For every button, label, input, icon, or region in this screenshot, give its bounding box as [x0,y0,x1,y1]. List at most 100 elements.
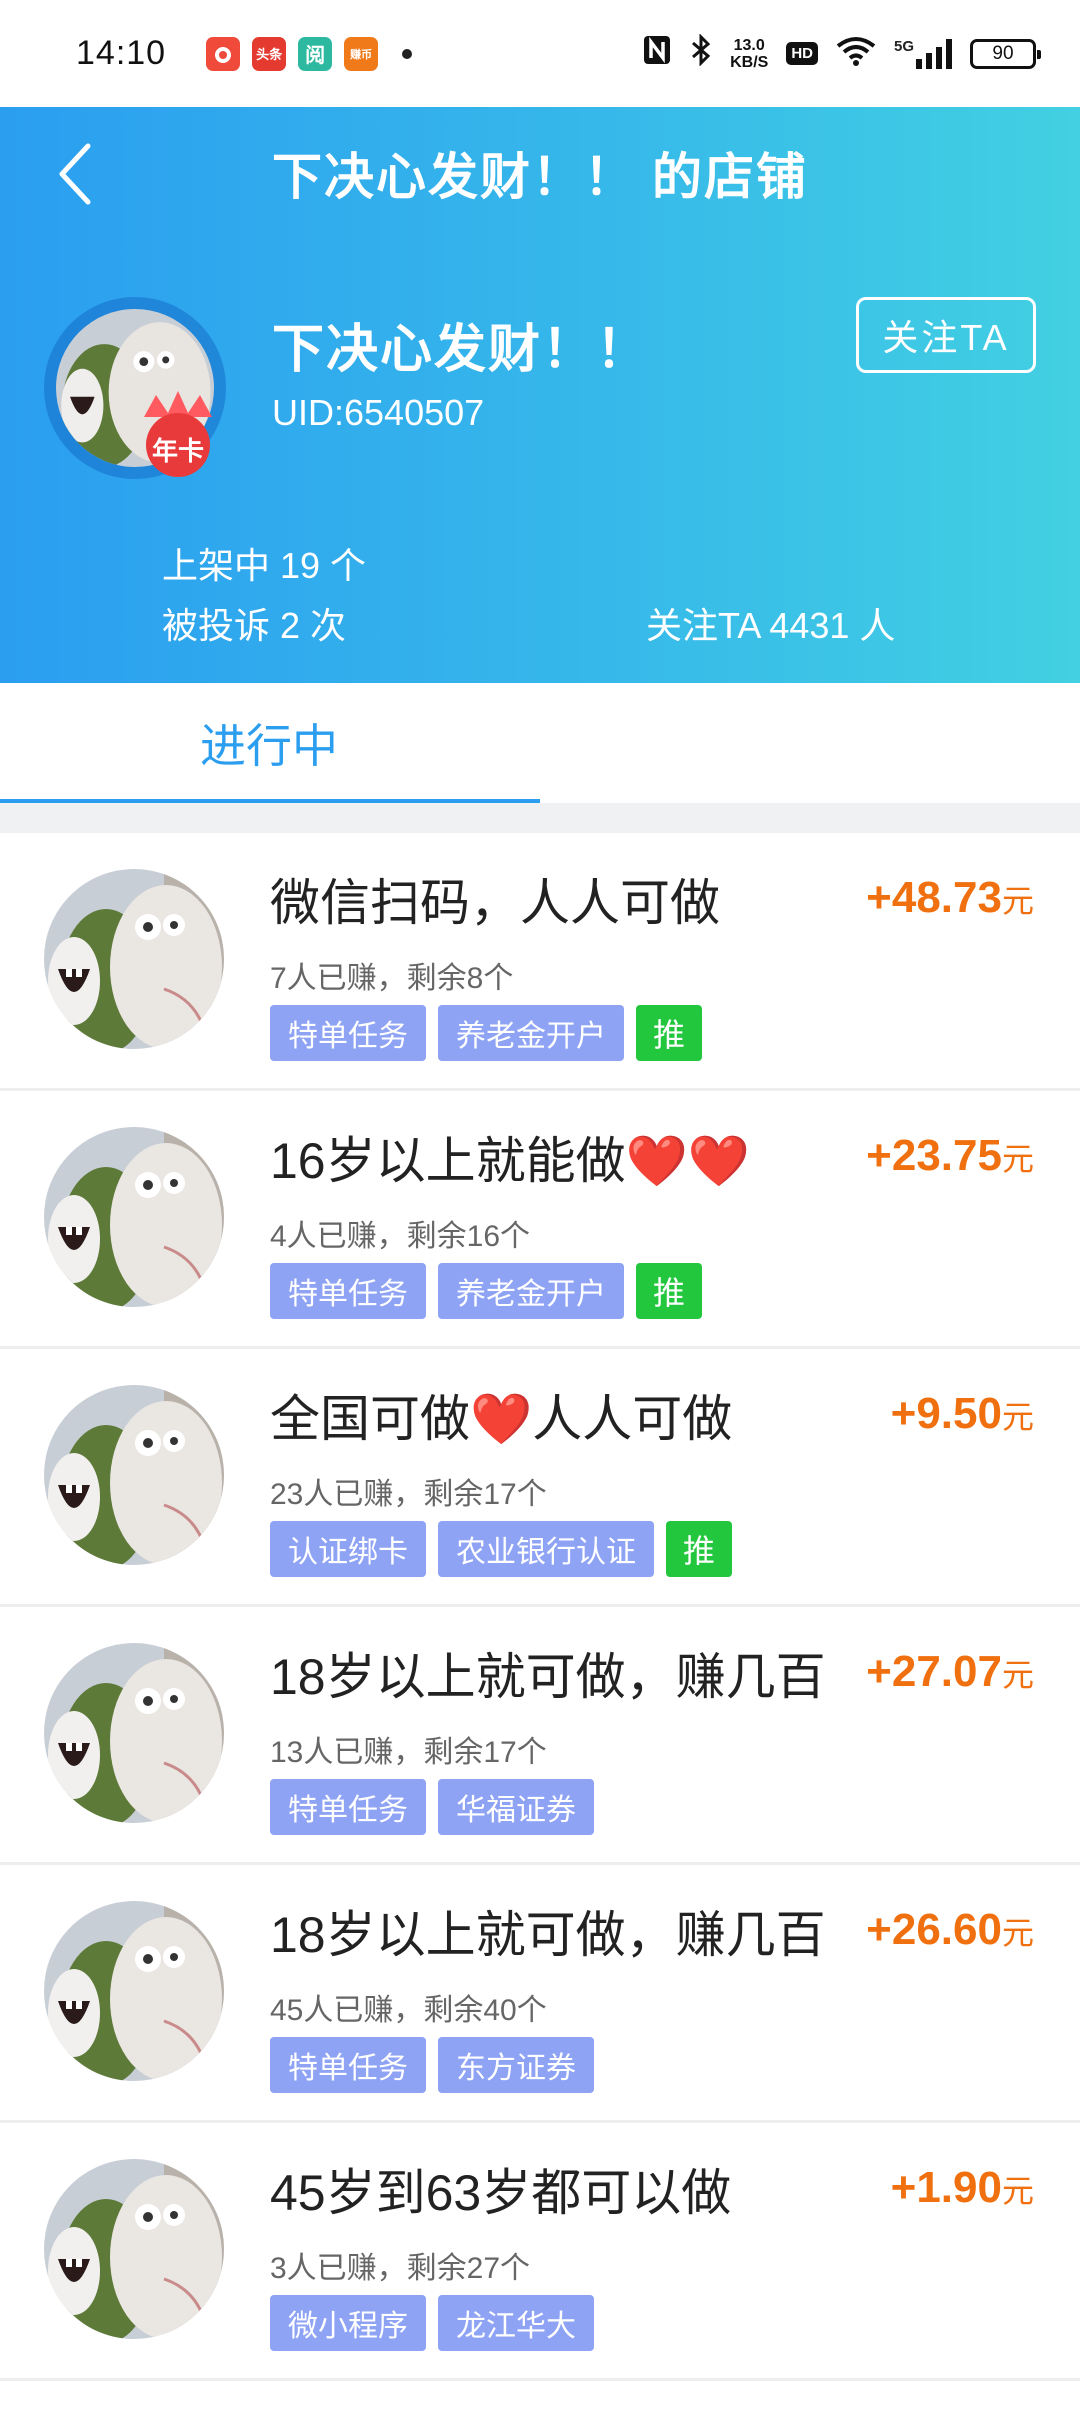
reward-unit: 元 [1001,883,1034,919]
task-tags: 特单任务 东方证券 [270,2037,594,2093]
reward-unit: 元 [1001,2173,1034,2209]
follow-button[interactable]: 关注TA [856,297,1036,373]
task-tag: 养老金开户 [438,1263,624,1319]
task-tag: 特单任务 [270,2037,426,2093]
annual-card-label: 年卡 [151,436,204,466]
task-item[interactable]: 45岁到63岁都可以做 +1.90元 3人已赚，剩余27个微小程序 龙江华大 [0,2123,1080,2381]
shop-name: 下决心发财！！ [272,321,651,379]
reward-unit: 元 [1001,1399,1034,1435]
task-progress: 3人已赚，剩余27个 [270,2252,531,2285]
reader-icon: 阅 [298,36,333,71]
app-icon-red [206,36,241,71]
task-reward: +23.75元 [866,1131,1034,1181]
annual-card-badge: 年卡 [136,387,220,479]
shop-uid: UID:6540507 [272,392,485,433]
wifi-icon [836,36,876,71]
status-bar: 14:10 头条 阅 赚币 13.0 KB/S HD 5G 90 [0,0,1080,107]
coin-app-icon: 赚币 [344,36,379,71]
nfc-icon [642,34,672,74]
task-tags: 微小程序 龙江华大 [270,2295,594,2351]
task-tag: 认证绑卡 [270,1521,426,1577]
task-progress: 45人已赚，剩余40个 [270,1994,547,2027]
task-title: 全国可做❤️人人可做 [270,1391,733,1447]
reward-amount: +27.07 [866,1647,1002,1696]
task-avatar [44,1127,224,1307]
battery-icon: 90 [970,38,1041,69]
task-tags: 特单任务 养老金开户推 [270,1005,702,1061]
task-title: 18岁以上就可做，赚几百 [270,1649,826,1705]
task-tag: 龙江华大 [438,2295,594,2351]
task-tags: 认证绑卡 农业银行认证推 [270,1521,732,1577]
hd-icon: HD [786,42,818,65]
task-item[interactable]: 全国可做❤️人人可做 +9.50元 23人已赚，剩余17个认证绑卡 农业银行认证推 [0,1349,1080,1607]
reward-unit: 元 [1001,1657,1034,1693]
task-progress: 13人已赚，剩余17个 [270,1736,547,1769]
task-tag: 特单任务 [270,1263,426,1319]
network-speed-value: 13.0 [733,36,765,54]
task-title: 16岁以上就能做❤️❤️ [270,1133,751,1189]
task-progress: 23人已赚，剩余17个 [270,1478,547,1511]
bluetooth-icon [690,32,712,74]
task-reward: +1.90元 [891,2163,1034,2213]
task-avatar [44,2159,224,2339]
complaint-count: 被投诉 2 次 [162,605,347,646]
task-list: 微信扫码，人人可做 +48.73元 7人已赚，剩余8个 特单任务 养老金开户推 16岁以… [0,833,1080,2381]
task-tag: 农业银行认证 [438,1521,654,1577]
recommend-badge: 推 [636,1263,702,1319]
signal-bars-icon [916,38,952,69]
listed-count: 上架中 19 个 [162,545,367,586]
shop-profile: 年卡 下决心发财！！ UID:6540507 关注TA [0,297,1080,497]
task-tabs: 进行中 [0,683,1080,803]
task-title: 45岁到63岁都可以做 [270,2165,732,2221]
task-progress: 4人已赚，剩余16个 [270,1220,531,1253]
reward-amount: +1.90 [890,2163,1002,2212]
recommend-badge: 推 [636,1005,702,1061]
reward-amount: +26.60 [866,1905,1002,1954]
task-reward: +9.50元 [891,1389,1034,1439]
toutiao-icon: 头条 [252,36,287,71]
nav-bar: 下决心发财！！ 的店铺 [0,107,1080,237]
reward-amount: +23.75 [866,1131,1002,1180]
task-tag: 华福证券 [438,1779,594,1835]
network-speed-unit: KB/S [730,53,769,71]
tab-in-progress[interactable]: 进行中 [0,683,540,803]
task-progress: 7人已赚，剩余8个 [270,962,514,995]
system-icons: 13.0 KB/S HD 5G 90 [642,32,1041,74]
recommend-badge: 推 [666,1521,732,1577]
shop-header: 下决心发财！！ 的店铺 年卡 下决心发财！！ UID:6540507 关注TA … [0,107,1080,683]
task-avatar [44,1901,224,2081]
cellular-signal: 5G [893,37,952,69]
task-tags: 特单任务 养老金开户推 [270,1263,702,1319]
more-notifications-dot [402,48,413,59]
notification-icons: 头条 阅 赚币 [206,36,413,71]
reward-unit: 元 [1001,1915,1034,1951]
task-item[interactable]: 16岁以上就能做❤️❤️ +23.75元 4人已赚，剩余16个特单任务 养老金开户推 [0,1091,1080,1349]
task-tag: 养老金开户 [438,1005,624,1061]
task-tag: 微小程序 [270,2295,426,2351]
task-item[interactable]: 微信扫码，人人可做 +48.73元 7人已赚，剩余8个特单任务 养老金开户推 [0,833,1080,1091]
task-title: 18岁以上就可做，赚几百 [270,1907,826,1963]
task-tags: 特单任务 华福证券 [270,1779,594,1835]
follower-count: 关注TA 4431 人 [646,605,896,646]
task-item[interactable]: 18岁以上就可做，赚几百 +26.60元 45人已赚，剩余40个特单任务 东方证券 [0,1865,1080,2123]
reward-unit: 元 [1001,1141,1034,1177]
task-item[interactable]: 18岁以上就可做，赚几百 +27.07元 13人已赚，剩余17个特单任务 华福证券 [0,1607,1080,1865]
task-avatar [44,1385,224,1565]
task-title: 微信扫码，人人可做 [270,875,720,931]
task-reward: +26.60元 [866,1905,1034,1955]
reward-amount: +9.50 [890,1389,1002,1438]
section-divider [0,803,1080,833]
network-speed: 13.0 KB/S [730,37,768,71]
shop-avatar[interactable]: 年卡 [44,297,226,479]
task-reward: +48.73元 [866,873,1034,923]
network-type-label: 5G [893,37,914,55]
task-reward: +27.07元 [866,1647,1034,1697]
reward-amount: +48.73 [866,873,1002,922]
task-avatar [44,1643,224,1823]
task-tag: 特单任务 [270,1005,426,1061]
task-avatar [44,869,224,1049]
task-tag: 东方证券 [438,2037,594,2093]
task-tag: 特单任务 [270,1779,426,1835]
status-time: 14:10 [76,34,167,72]
page-title: 下决心发财！！ 的店铺 [272,149,808,205]
